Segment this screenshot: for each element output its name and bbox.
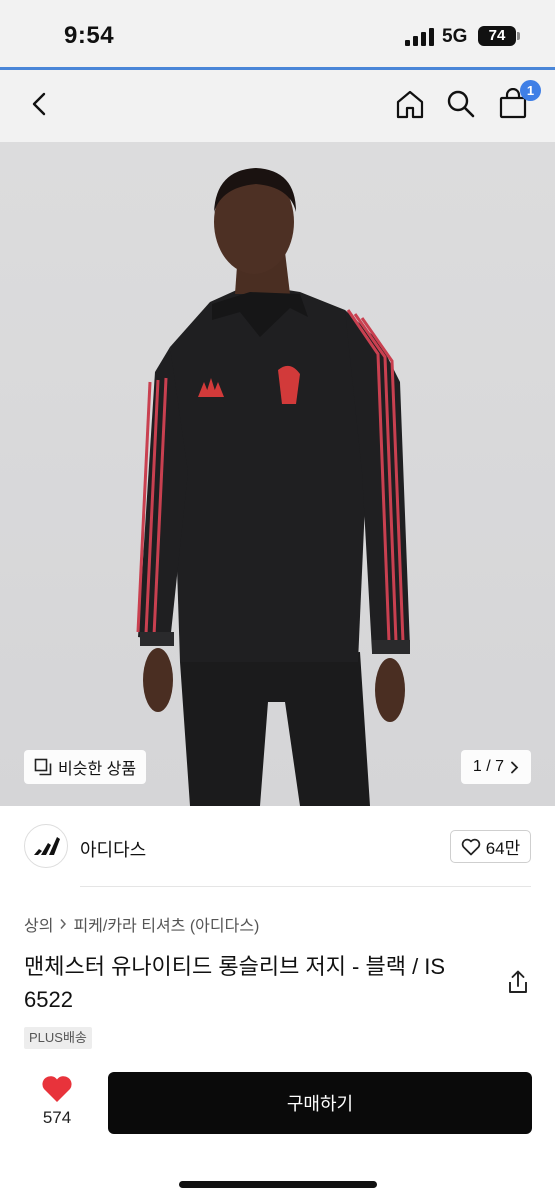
seller-row[interactable]: 아디다스 64만 <box>0 806 555 886</box>
heart-filled-icon <box>42 1076 72 1102</box>
heart-outline-icon <box>461 838 480 855</box>
product-image[interactable]: 비슷한 상품 1 / 7 <box>0 142 555 806</box>
buy-button[interactable]: 구매하기 <box>108 1072 532 1134</box>
brand-name[interactable]: 아디다스 <box>80 836 146 862</box>
adidas-logo[interactable] <box>24 824 68 868</box>
search-icon <box>447 90 475 118</box>
home-indicator <box>179 1181 377 1188</box>
breadcrumb: 상의 피케/카라 티셔츠 (아디다스) <box>24 912 259 936</box>
nav-bar: 1 <box>0 70 555 142</box>
like-button[interactable]: 64만 <box>450 830 531 863</box>
model-illustration <box>136 168 410 806</box>
status-bar: 9:54 5G 74 <box>0 0 555 68</box>
status-time: 9:54 <box>64 22 115 49</box>
divider <box>80 886 531 887</box>
wishlist-count: 574 <box>42 1108 72 1127</box>
share-button[interactable] <box>504 968 532 996</box>
similar-items-button[interactable]: 비슷한 상품 <box>24 750 147 784</box>
wishlist-button[interactable]: 574 <box>32 1072 82 1132</box>
image-pager[interactable]: 1 / 7 <box>461 750 531 784</box>
signal-icon <box>405 28 435 46</box>
search-button[interactable] <box>441 84 481 124</box>
breadcrumb-subcategory[interactable]: 피케/카라 티셔츠 (아디다스) <box>73 912 259 936</box>
chevron-right-icon <box>511 761 519 773</box>
adidas-stripes-icon <box>34 837 60 855</box>
home-button[interactable] <box>390 84 430 124</box>
share-icon <box>509 970 527 993</box>
cart-button[interactable]: 1 <box>493 80 541 124</box>
home-icon <box>396 90 424 119</box>
page-indicator: 1 / 7 <box>472 758 505 775</box>
like-count: 64만 <box>485 839 521 858</box>
cart-count-badge: 1 <box>520 80 541 101</box>
network-label: 5G <box>442 26 468 47</box>
similar-items-icon <box>34 758 52 776</box>
battery-icon: 74 <box>478 26 520 46</box>
shipping-badge: PLUS배송 <box>24 1027 92 1049</box>
back-icon <box>32 92 46 116</box>
chevron-right-icon <box>60 919 67 929</box>
similar-items-label: 비슷한 상품 <box>58 761 137 778</box>
breadcrumb-category[interactable]: 상의 <box>24 912 53 936</box>
product-title: 맨체스터 유나이티드 롱슬리브 저지 - 블랙 / IS 6522 <box>24 954 446 1012</box>
back-button[interactable] <box>20 84 60 124</box>
